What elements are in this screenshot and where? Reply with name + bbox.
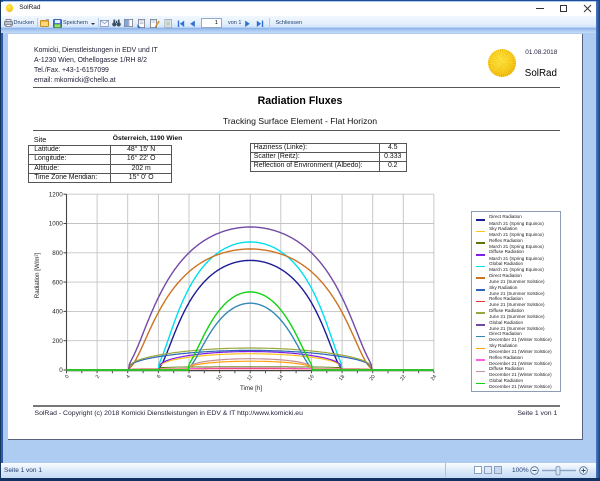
svg-text:14: 14	[277, 374, 285, 382]
svg-text:600: 600	[52, 279, 63, 286]
svg-text:0: 0	[59, 367, 63, 374]
svg-text:1200: 1200	[49, 191, 64, 198]
svg-text:8: 8	[187, 374, 194, 380]
svg-text:12: 12	[246, 374, 254, 382]
svg-text:200: 200	[52, 338, 63, 345]
svg-text:10: 10	[216, 374, 224, 382]
svg-text:400: 400	[52, 309, 63, 316]
svg-text:22: 22	[399, 374, 407, 382]
svg-text:0: 0	[64, 374, 71, 380]
svg-text:2: 2	[95, 374, 102, 380]
svg-text:20: 20	[369, 374, 377, 382]
svg-text:1000: 1000	[49, 221, 64, 228]
svg-text:6: 6	[156, 374, 163, 380]
svg-text:16: 16	[307, 374, 315, 382]
svg-text:4: 4	[125, 374, 132, 380]
svg-text:800: 800	[52, 250, 63, 257]
svg-text:Time [h]: Time [h]	[240, 385, 262, 392]
svg-text:24: 24	[430, 374, 438, 382]
svg-text:Radiation [W/m²]: Radiation [W/m²]	[34, 253, 41, 299]
svg-text:18: 18	[338, 374, 346, 382]
